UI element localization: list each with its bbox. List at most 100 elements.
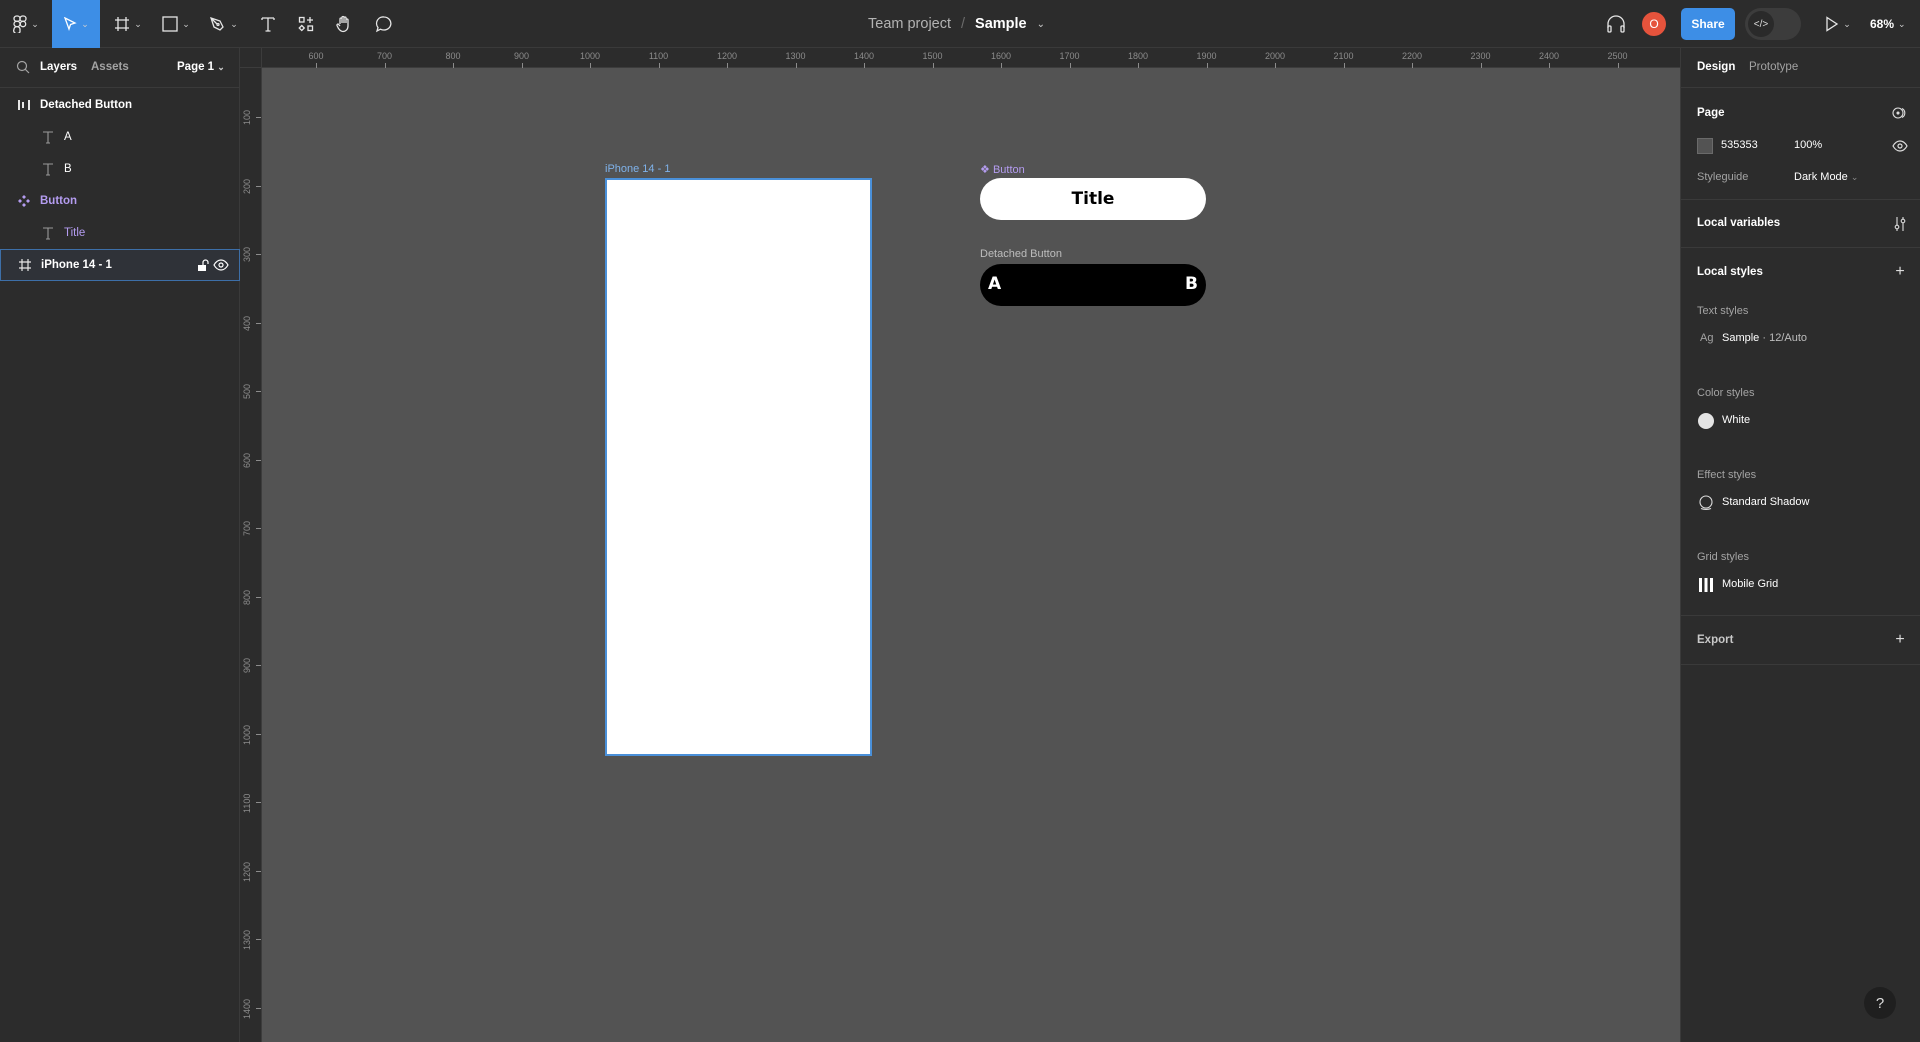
layer-text-title[interactable]: Title <box>0 217 240 249</box>
page-color-opacity[interactable]: 100% <box>1794 139 1822 151</box>
layer-frame-iphone[interactable]: iPhone 14 - 1 <box>0 249 240 281</box>
ruler-tick-label: 800 <box>242 589 252 605</box>
ruler-tick-label: 1000 <box>242 724 252 745</box>
properties-panel: Design Prototype Page 535353 100% Styleg… <box>1680 48 1920 1042</box>
eye-icon[interactable] <box>1892 138 1908 154</box>
text-style-ag-icon: Ag <box>1700 332 1714 344</box>
pen-tool-button[interactable]: ⌄ <box>204 0 244 48</box>
hand-tool-button[interactable] <box>328 0 360 48</box>
share-button[interactable]: Share <box>1681 8 1735 40</box>
breadcrumb-team[interactable]: Team project <box>868 16 951 32</box>
audio-button[interactable] <box>1600 0 1632 48</box>
layout-grid-columns-icon <box>1699 578 1713 592</box>
chevron-down-icon: ⌄ <box>31 18 39 29</box>
ruler-tick-label: 1400 <box>242 998 252 1019</box>
layer-component-button[interactable]: Button <box>0 185 240 217</box>
ruler-tick-label: 400 <box>242 315 252 331</box>
text-icon <box>40 129 56 145</box>
eye-icon[interactable] <box>213 257 229 273</box>
color-mode-icon[interactable] <box>1892 105 1908 121</box>
page-color-hex[interactable]: 535353 <box>1721 139 1758 151</box>
shape-tool-button[interactable]: ⌄ <box>156 0 196 48</box>
text-T-icon <box>261 17 275 32</box>
frame-tool-button[interactable]: ⌄ <box>108 0 148 48</box>
ruler-tick-mark <box>256 254 261 255</box>
shadow-icon <box>1699 495 1713 510</box>
unlock-icon[interactable] <box>195 257 211 273</box>
styleguide-label: Styleguide <box>1697 171 1749 183</box>
button-component[interactable]: Title <box>980 178 1206 220</box>
layer-label: Button <box>40 195 78 207</box>
frame-name-label[interactable]: iPhone 14 - 1 <box>605 163 670 175</box>
tab-prototype[interactable]: Prototype <box>1749 61 1798 73</box>
page-selector-label: Page 1 <box>177 61 215 73</box>
text-icon <box>40 161 56 177</box>
user-avatar[interactable]: O <box>1642 12 1666 36</box>
color-style-name: White <box>1722 414 1751 426</box>
tab-layers[interactable]: Layers <box>40 61 77 73</box>
add-export-plus-icon[interactable]: + <box>1892 631 1908 648</box>
chevron-down-icon: ⌄ <box>81 18 89 29</box>
present-button[interactable]: ⌄ <box>1820 0 1856 48</box>
ruler-tick-mark <box>256 733 261 735</box>
layer-detached-button[interactable]: Detached Button <box>0 89 240 121</box>
search-icon[interactable] <box>16 60 30 74</box>
move-tool-button[interactable]: ⌄ <box>52 0 100 48</box>
effect-style-item[interactable]: Standard Shadow <box>1697 494 1907 512</box>
tab-assets[interactable]: Assets <box>91 61 129 73</box>
design-canvas[interactable]: iPhone 14 - 1 ❖ Button Title Detached Bu… <box>262 68 1680 1042</box>
ruler-tick-mark <box>256 459 261 461</box>
comment-tool-button[interactable] <box>368 0 400 48</box>
grid-style-item[interactable]: Mobile Grid <box>1697 576 1907 594</box>
ruler-tick-label: 2300 <box>1470 51 1491 61</box>
play-icon <box>1826 16 1839 32</box>
frame-hash-icon <box>115 17 130 31</box>
layer-text-b[interactable]: B <box>0 153 240 185</box>
text-styles-label: Text styles <box>1697 305 1749 317</box>
ruler-tick-label: 2400 <box>1538 51 1560 61</box>
component-icon: ❖ <box>980 164 990 176</box>
iphone-frame[interactable] <box>605 178 872 756</box>
ruler-tick-label: 1100 <box>242 793 252 814</box>
chevron-down-icon: ⌄ <box>1843 18 1851 29</box>
ruler-tick-label: 2500 <box>1607 51 1628 61</box>
ruler-tick-label: 300 <box>242 247 252 263</box>
ruler-tick-label: 600 <box>308 51 324 61</box>
detached-button[interactable]: A B <box>980 264 1206 306</box>
detached-text-a: A <box>988 274 1002 294</box>
ruler-tick-label: 1100 <box>648 51 669 61</box>
page-color-swatch[interactable] <box>1697 138 1713 154</box>
variables-sliders-icon[interactable] <box>1892 216 1908 232</box>
effect-styles-label: Effect styles <box>1697 469 1757 481</box>
grid-style-name: Mobile Grid <box>1722 578 1779 590</box>
page-selector[interactable]: Page 1 ⌄ <box>177 61 225 73</box>
resources-tool-button[interactable] <box>290 0 322 48</box>
zoom-level-dropdown[interactable]: 68% ⌄ <box>1870 0 1906 48</box>
file-menu-chevron-icon[interactable]: ⌄ <box>1037 19 1045 30</box>
detached-button-label[interactable]: Detached Button <box>980 248 1062 260</box>
styleguide-dropdown[interactable]: Dark Mode ⌄ <box>1794 171 1858 183</box>
add-style-plus-icon[interactable]: + <box>1892 263 1908 280</box>
color-style-item[interactable]: White <box>1697 412 1907 430</box>
help-button[interactable]: ? <box>1864 987 1896 1019</box>
text-tool-button[interactable] <box>252 0 284 48</box>
ruler-tick-mark <box>256 665 261 666</box>
ruler-tick-label: 1700 <box>1059 51 1080 61</box>
styleguide-value: Dark Mode <box>1794 171 1848 183</box>
component-name-label[interactable]: ❖ Button <box>980 163 1025 176</box>
local-variables-title[interactable]: Local variables <box>1697 217 1780 229</box>
ruler-tick-mark <box>256 528 261 529</box>
ruler-tick-label: 900 <box>513 51 530 61</box>
ruler-tick-label: 1300 <box>785 51 806 61</box>
ruler-tick-label: 1800 <box>1127 51 1149 61</box>
ruler-tick-label: 700 <box>242 521 252 537</box>
text-style-item[interactable]: Ag Sample · 12/Auto <box>1697 332 1907 350</box>
layer-text-a[interactable]: A <box>0 121 240 153</box>
hand-icon <box>336 15 349 33</box>
dev-mode-toggle[interactable]: </> <box>1745 8 1801 40</box>
main-menu-button[interactable]: ⌄ <box>6 0 46 48</box>
ruler-tick-label: 700 <box>376 51 393 61</box>
tab-design[interactable]: Design <box>1697 61 1735 73</box>
ruler-tick-mark <box>256 802 261 803</box>
breadcrumb-file-name[interactable]: Sample <box>975 16 1027 32</box>
